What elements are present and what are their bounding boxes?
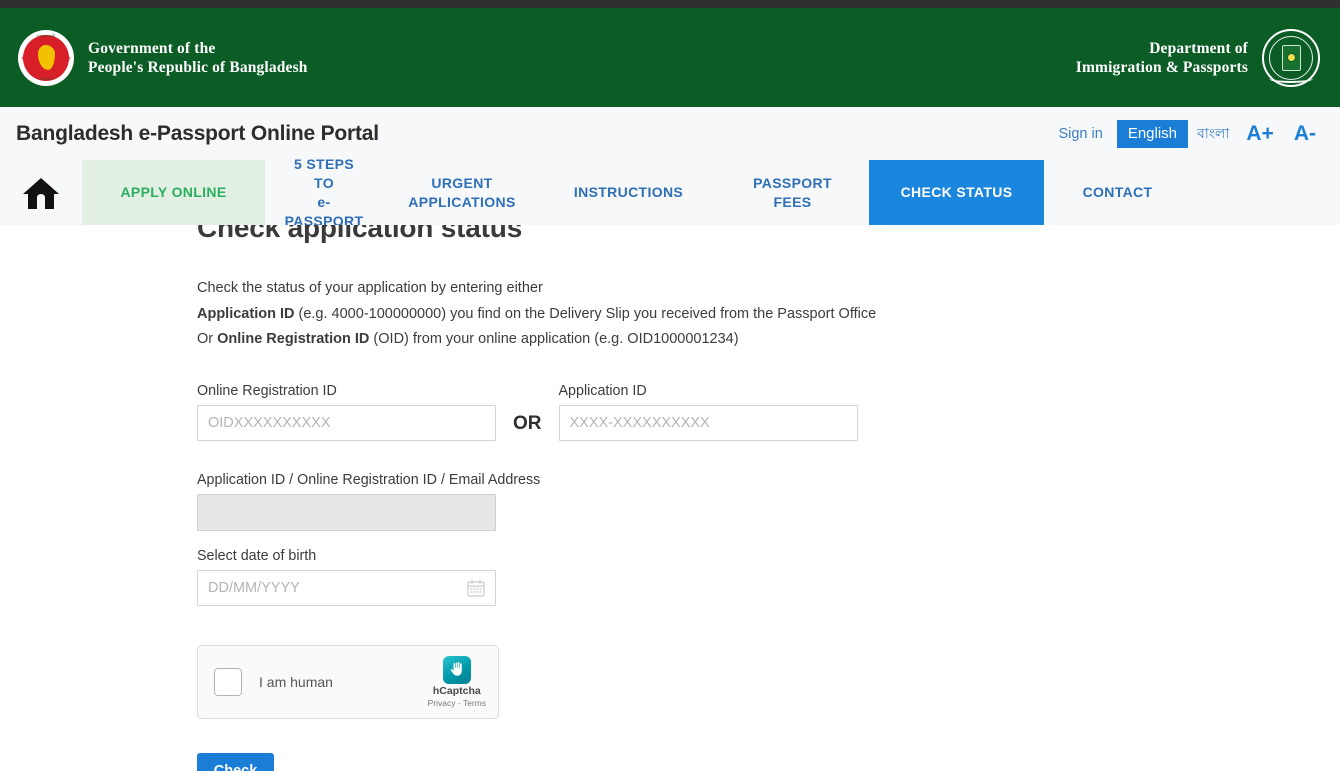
nav-item-apply-online[interactable]: APPLY ONLINE [82,160,265,225]
application-id-input[interactable] [559,405,858,441]
nav-label-contact: CONTACT [1083,183,1153,202]
content-heading: Check application status [197,225,1340,244]
combined-id-field-group: Application ID / Online Registration ID … [197,472,1340,531]
main-content: Check application status Check the statu… [0,225,1340,771]
nav-label-apply-online: APPLY ONLINE [120,183,226,202]
instructions-line-2: Application ID (e.g. 4000-100000000) you… [197,302,1340,328]
nav-label-urgent: URGENT APPLICATIONS [408,174,515,212]
oid-field-group: Online Registration ID [197,383,496,441]
department-branding: Department of Immigration & Passports [1076,29,1320,87]
nav-item-5-steps-to-epassport[interactable]: 5 STEPS TO e-PASSPORT [265,160,383,225]
oid-label: Online Registration ID [197,383,496,399]
hcaptcha-brand-name: hCaptcha [433,685,481,697]
department-title: Department of Immigration & Passports [1076,39,1248,77]
font-decrease-button[interactable]: A- [1288,122,1316,146]
nav-item-check-status[interactable]: CHECK STATUS [869,160,1044,225]
nav-label-5-steps: 5 STEPS TO e-PASSPORT [283,155,365,231]
hcaptcha-hand-icon [443,656,471,684]
application-id-field-group: Application ID [559,383,858,441]
government-title: Government of the People's Republic of B… [88,39,308,77]
emblem-arc-bottom-text: বাংলাদেশ [18,76,74,83]
hcaptcha-branding: hCaptcha Privacy - Terms [428,656,486,708]
hcaptcha-check-area[interactable]: I am human [214,668,333,696]
home-icon [21,175,61,211]
nav-label-passport-fees: PASSPORT FEES [734,174,851,212]
instructions-line-2-rest: (e.g. 4000-100000000) you find on the De… [294,306,876,322]
instructions-line-3-pre: Or [197,331,217,347]
portal-actions: Sign in English বাংলা A+ A- [1058,120,1316,148]
government-header: গণপ্রজাতন্ত্রী বাংলাদেশ Government of th… [0,8,1340,107]
instructions-line-3-rest: (OID) from your online application (e.g.… [369,331,738,347]
combined-id-label: Application ID / Online Registration ID … [197,472,1340,488]
hcaptcha-widget[interactable]: I am human hCaptcha Privacy - Terms [197,645,499,719]
bangladesh-national-emblem-icon: গণপ্রজাতন্ত্রী বাংলাদেশ [18,30,74,86]
nav-label-check-status: CHECK STATUS [901,183,1013,202]
main-navigation: APPLY ONLINE 5 STEPS TO e-PASSPORT URGEN… [0,160,1340,225]
or-separator: OR [496,413,559,441]
instructions-text: Check the status of your application by … [197,276,1340,353]
portal-title-bar: Bangladesh e-Passport Online Portal Sign… [0,107,1340,160]
instructions-line-1: Check the status of your application by … [197,276,1340,302]
oid-input[interactable] [197,405,496,441]
hcaptcha-checkbox[interactable] [214,668,242,696]
government-title-line1: Government of the [88,39,308,58]
government-title-line2: People's Republic of Bangladesh [88,58,308,77]
instructions-line-3: Or Online Registration ID (OID) from you… [197,327,1340,353]
top-accent-strip [0,0,1340,8]
nav-item-urgent-applications[interactable]: URGENT APPLICATIONS [383,160,541,225]
department-title-line2: Immigration & Passports [1076,58,1248,77]
emblem-arc-top-text: গণপ্রজাতন্ত্রী [18,33,74,40]
nav-label-5-steps-line2: e-PASSPORT [285,194,364,229]
check-button[interactable]: Check [197,753,274,771]
nav-label-urgent-line1: URGENT [431,175,492,191]
language-switcher: English বাংলা [1117,120,1230,148]
language-option-english[interactable]: English [1117,120,1188,148]
dob-label: Select date of birth [197,548,1340,564]
application-id-label: Application ID [559,383,858,399]
id-entry-row: Online Registration ID OR Application ID [197,383,1340,441]
nav-item-instructions[interactable]: INSTRUCTIONS [541,160,716,225]
font-increase-button[interactable]: A+ [1243,122,1273,146]
government-branding: গণপ্রজাতন্ত্রী বাংলাদেশ Government of th… [18,30,308,86]
dob-field-group: Select date of birth [197,548,1340,606]
nav-item-contact[interactable]: CONTACT [1044,160,1191,225]
nav-item-passport-fees[interactable]: PASSPORT FEES [716,160,869,225]
nav-label-5-steps-line1: 5 STEPS TO [294,156,354,191]
nav-home-button[interactable] [0,160,82,225]
dob-input[interactable] [197,570,496,606]
hcaptcha-privacy-terms[interactable]: Privacy - Terms [428,698,486,708]
nav-label-instructions: INSTRUCTIONS [574,183,683,202]
immigration-passports-emblem-icon [1262,29,1320,87]
hcaptcha-label: I am human [259,674,333,690]
instructions-line-2-bold: Application ID [197,306,294,322]
department-title-line1: Department of [1076,39,1248,58]
combined-id-input[interactable] [197,494,496,531]
sign-in-link[interactable]: Sign in [1058,126,1102,142]
instructions-line-3-bold: Online Registration ID [217,331,369,347]
nav-label-urgent-line2: APPLICATIONS [408,194,515,210]
language-option-bangla[interactable]: বাংলা [1188,122,1229,146]
page-title: Bangladesh e-Passport Online Portal [16,122,379,146]
